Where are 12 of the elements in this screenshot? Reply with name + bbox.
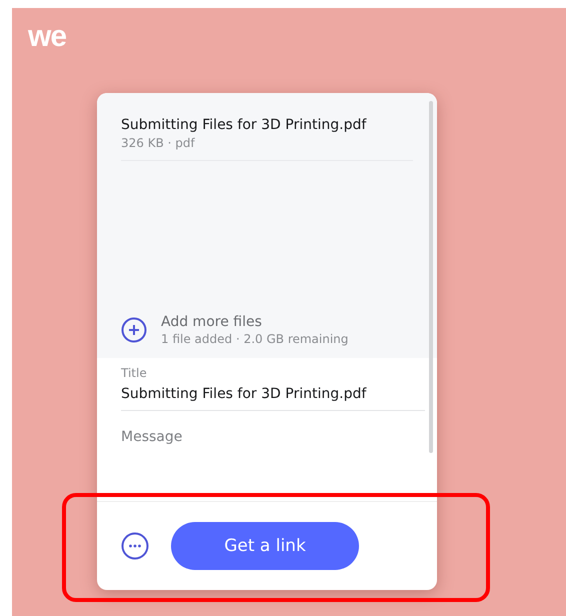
- file-meta: 326 KB · pdf: [121, 136, 196, 150]
- field-label: Title: [121, 366, 148, 380]
- files-info: 1 file added · 2.0 GB remaining: [161, 332, 348, 346]
- add-icon[interactable]: [121, 317, 147, 343]
- add-files-link[interactable]: Add more files: [161, 314, 348, 330]
- field-value: Submitting Files for 3D Printing.pdf: [121, 386, 368, 402]
- file-name: Submitting Files for 3D Printing.pdf: [121, 117, 368, 133]
- logo: we: [28, 22, 66, 52]
- more-options-icon[interactable]: [121, 532, 149, 560]
- message-field[interactable]: Message: [121, 429, 413, 469]
- title-field[interactable]: Title Submitting Files for 3D Printing.pdf: [121, 358, 425, 411]
- get-link-button[interactable]: Get a link: [171, 522, 359, 570]
